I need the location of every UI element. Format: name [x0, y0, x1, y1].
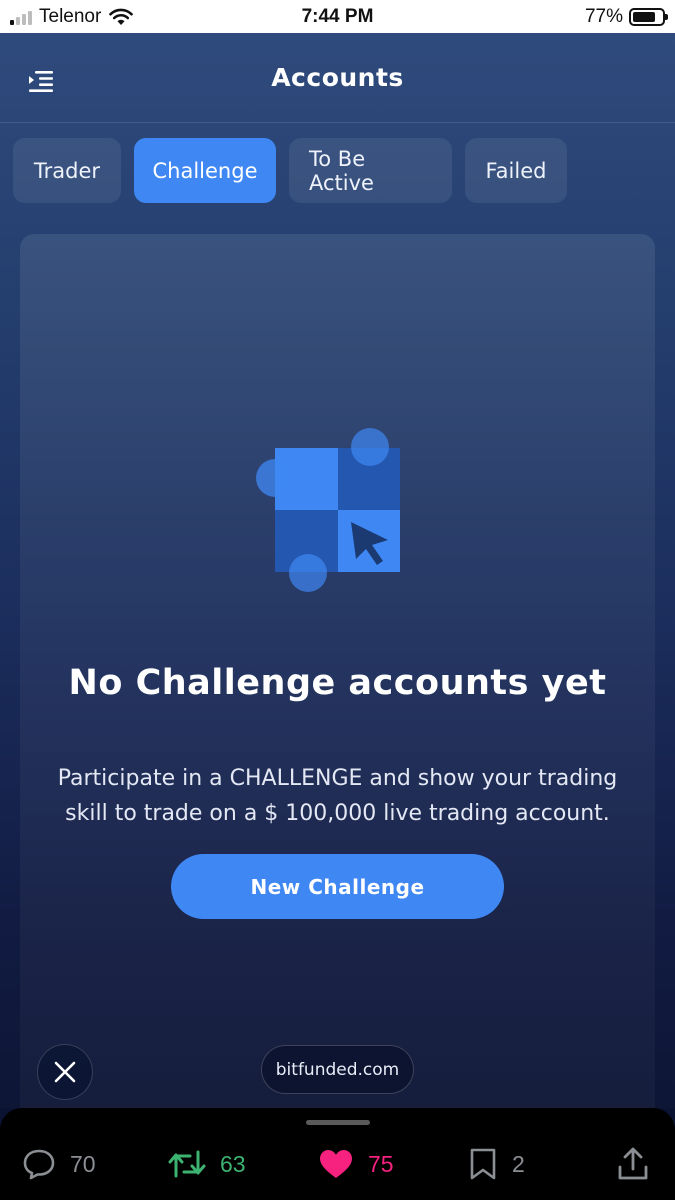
reply-action[interactable]: 70 [22, 1146, 96, 1182]
tab-to-be-active[interactable]: To Be Active [289, 138, 452, 203]
retweet-action[interactable]: 63 [168, 1146, 246, 1182]
battery-percent: 77% [584, 6, 623, 27]
tweet-action-bar: 70 63 75 2 [0, 1108, 675, 1200]
tab-trader[interactable]: Trader [13, 138, 121, 203]
retweet-count: 63 [220, 1150, 246, 1177]
description-line-2: skill to trade on a $ 100,000 live tradi… [65, 801, 610, 826]
bookmark-count: 2 [512, 1150, 525, 1177]
clock: 7:44 PM [301, 6, 374, 27]
bookmark-icon [470, 1148, 496, 1180]
description-line-1: Participate in a CHALLENGE and show your… [57, 766, 618, 791]
like-count: 75 [368, 1150, 394, 1177]
status-bar: Telenor 7:44 PM 77% [0, 0, 675, 33]
new-challenge-button[interactable]: New Challenge [171, 854, 504, 919]
checker-cursor-icon [256, 428, 400, 592]
battery-group: 77% [584, 6, 668, 28]
empty-state-title: No Challenge accounts yet [68, 663, 607, 703]
share-action[interactable] [617, 1146, 649, 1182]
battery-icon [629, 8, 668, 26]
accounts-screen: Accounts Trader Challenge To Be Active F… [0, 33, 675, 1108]
app-header: Accounts [0, 33, 675, 123]
close-icon [54, 1061, 76, 1083]
reply-icon [23, 1149, 55, 1180]
empty-state-description: Participate in a CHALLENGE and show your… [30, 761, 645, 831]
like-action[interactable]: 75 [318, 1146, 394, 1182]
url-pill[interactable]: bitfunded.com [261, 1045, 414, 1094]
share-icon [618, 1147, 648, 1180]
reply-count: 70 [70, 1150, 96, 1177]
retweet-icon [168, 1150, 206, 1178]
account-tabs: Trader Challenge To Be Active Failed [13, 138, 567, 203]
heart-icon [320, 1150, 352, 1178]
bookmark-action[interactable]: 2 [468, 1146, 525, 1182]
close-button[interactable] [37, 1044, 93, 1100]
tab-failed[interactable]: Failed [465, 138, 567, 203]
page-title: Accounts [271, 63, 404, 92]
sheet-handle[interactable] [306, 1120, 370, 1125]
tab-challenge[interactable]: Challenge [134, 138, 276, 203]
